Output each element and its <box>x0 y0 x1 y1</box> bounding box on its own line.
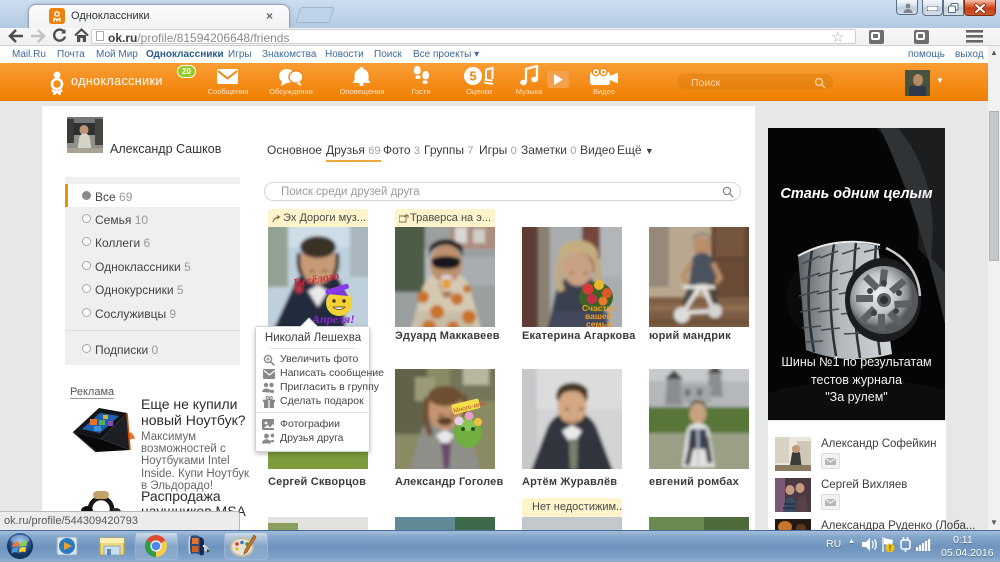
svg-text:семье: семье <box>586 319 612 327</box>
svg-text:Апреля!: Апреля! <box>311 312 355 326</box>
svg-text:!: ! <box>889 544 892 552</box>
svg-text:5: 5 <box>469 69 476 84</box>
